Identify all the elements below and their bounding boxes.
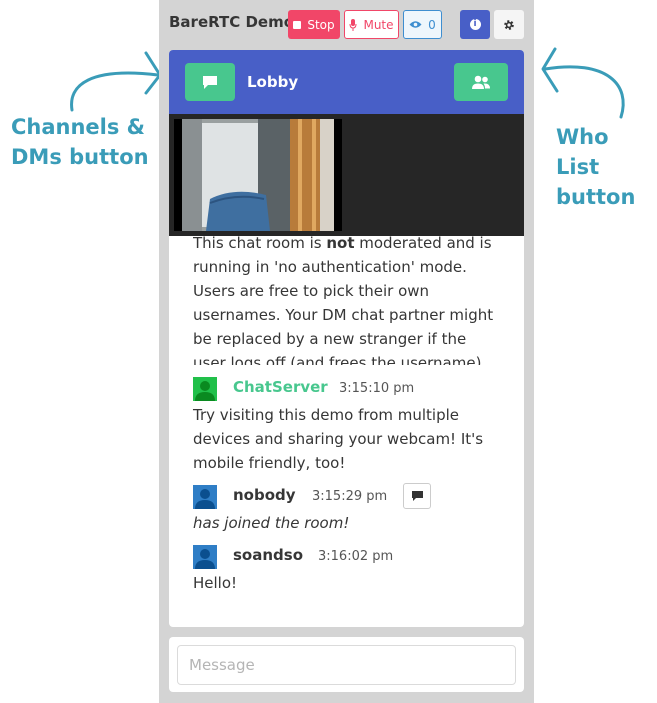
- channels-dms-annotation: Channels & DMs button: [11, 112, 149, 172]
- top-bar: BareRTC Demo Stop Mute 0 i: [159, 0, 534, 50]
- message-header: soandso 3:16:02 pm: [193, 543, 503, 571]
- message-list: This chat room is not moderated and is r…: [193, 234, 503, 595]
- annotation-line: DMs button: [11, 145, 149, 169]
- username[interactable]: ChatServer: [233, 375, 328, 399]
- eye-icon: [409, 21, 422, 28]
- watchers-button[interactable]: 0: [403, 10, 442, 39]
- mute-button[interactable]: Mute: [344, 10, 399, 39]
- gear-icon: [504, 19, 514, 30]
- stop-square-icon: [293, 20, 302, 29]
- username[interactable]: nobody: [233, 483, 296, 507]
- timestamp: 3:15:10 pm: [339, 381, 415, 396]
- annotation-line: Who List: [556, 125, 609, 179]
- users-icon: [472, 75, 490, 89]
- timestamp: 3:15:29 pm: [312, 489, 388, 504]
- intro-text-bold: not: [326, 234, 355, 252]
- message-composer: [169, 637, 524, 692]
- webcam-video[interactable]: [174, 119, 342, 231]
- who-list-annotation: Who List button: [556, 122, 657, 212]
- channel-header: Lobby: [169, 50, 524, 114]
- chat-panel: Lobby This chat room is not moderated an…: [169, 50, 524, 627]
- right-annotation-arrow: [541, 47, 625, 119]
- message-text: Try visiting this demo from multiple dev…: [193, 406, 484, 472]
- dm-button[interactable]: [403, 483, 431, 509]
- user-silhouette-icon: [193, 545, 217, 569]
- message-header: ChatServer 3:15:10 pm: [193, 375, 503, 403]
- chat-app: BareRTC Demo Stop Mute 0 i Lobby This ch…: [159, 0, 534, 703]
- webcam-frame: [174, 119, 342, 231]
- message-input[interactable]: [177, 645, 516, 685]
- settings-button[interactable]: [494, 10, 524, 39]
- user-silhouette-icon: [193, 377, 217, 401]
- intro-text-part: This chat room is: [193, 234, 327, 252]
- channel-name: Lobby: [247, 73, 299, 91]
- message-header: nobody 3:15:29 pm: [193, 483, 503, 511]
- message-text: Hello!: [193, 574, 238, 592]
- info-button[interactable]: i: [460, 10, 490, 39]
- app-title: BareRTC Demo: [169, 13, 295, 31]
- stop-label: Stop: [307, 17, 335, 32]
- video-strip: [169, 114, 524, 236]
- intro-text-part: moderated and is running in 'no authenti…: [193, 234, 494, 365]
- mute-label: Mute: [363, 17, 394, 32]
- user-silhouette-icon: [193, 485, 217, 509]
- intro-message: This chat room is not moderated and is r…: [193, 231, 503, 365]
- left-annotation-arrow: [70, 51, 162, 112]
- timestamp: 3:16:02 pm: [318, 549, 394, 564]
- info-icon: i: [469, 19, 481, 30]
- message-text: has joined the room!: [193, 514, 350, 532]
- microphone-icon: [349, 18, 357, 31]
- who-list-button[interactable]: [454, 63, 508, 101]
- annotation-line: button: [556, 185, 636, 209]
- username[interactable]: soandso: [233, 543, 303, 567]
- watchers-count: 0: [428, 17, 436, 32]
- chat-bubble-icon: [203, 75, 217, 89]
- stop-button[interactable]: Stop: [288, 10, 340, 39]
- channels-dms-button[interactable]: [185, 63, 235, 101]
- comment-icon: [411, 491, 423, 501]
